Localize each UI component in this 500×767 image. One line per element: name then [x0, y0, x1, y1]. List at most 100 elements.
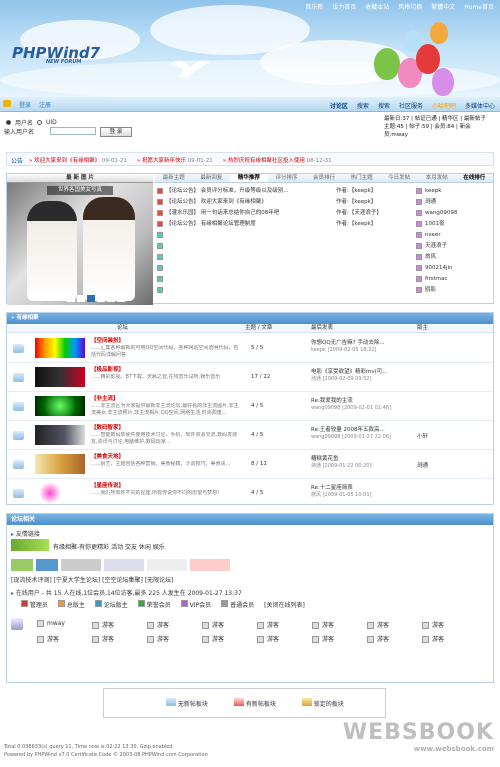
topic-author[interactable]: 作者:【keepk】	[336, 197, 414, 207]
top-link[interactable]: 风格切换	[398, 2, 422, 11]
forum-row[interactable]: 【极品影视】 ......精彩影视。BT下载、天籁之音,在线音乐试听,娱乐音乐 …	[7, 364, 493, 392]
member-name[interactable]: 天涯浪子	[425, 241, 447, 251]
photo-slideshow[interactable]: 世界各国美女写真	[7, 183, 153, 305]
online-user-name[interactable]: 游客	[212, 636, 224, 643]
online-user-name[interactable]: 游客	[267, 636, 279, 643]
last-post-title[interactable]: Re:十二星座简表	[311, 485, 411, 492]
forum-name[interactable]: 【极品影视】	[91, 367, 124, 373]
topic-title[interactable]: 【论坛公告】 会员评分标准，升级等级以及级别...	[166, 186, 336, 196]
radio-username[interactable]	[6, 120, 11, 125]
member-name[interactable]: 测通	[425, 197, 436, 207]
radio-uid[interactable]	[37, 120, 43, 125]
topic-author[interactable]: 作者:【天涯浪子】	[336, 208, 414, 218]
friend-link-banner[interactable]	[147, 559, 187, 571]
top-link[interactable]: Home首页	[464, 2, 494, 11]
topic-row[interactable]: 【灌水乐园】 用一句话来总结你自己的08年吧 作者:【天涯浪子】 wang090…	[155, 208, 493, 218]
nav-login-link[interactable]: 登录	[19, 100, 31, 109]
online-user[interactable]: 游客	[92, 634, 114, 643]
last-post-title[interactable]: 电影《享受欲望》精彩mv(可...	[311, 369, 411, 376]
tab-month-posts[interactable]: 本月发帖	[418, 174, 456, 182]
forum-image[interactable]	[35, 454, 85, 474]
online-user[interactable]: 游客	[257, 634, 279, 643]
pager-dot[interactable]	[107, 295, 115, 302]
friend-link-banner[interactable]	[104, 559, 144, 571]
online-user[interactable]: 游客	[92, 620, 114, 629]
tab-member-rank[interactable]: 会员排行	[305, 174, 343, 182]
online-user-name[interactable]: 游客	[322, 622, 334, 629]
last-post-title[interactable]: Re:王者较量 2008年五款高...	[311, 427, 411, 434]
forum-row[interactable]: 【空间装扮】 ......汇集各种最新的可用QQ空间代码，各种网站空间透明代码，…	[7, 335, 493, 363]
online-user[interactable]: 游客	[312, 620, 334, 629]
nav-item[interactable]: 搜索	[357, 101, 369, 110]
online-user-name[interactable]: 游客	[102, 622, 114, 629]
pager-dot[interactable]	[117, 295, 125, 302]
tab-latest-replies[interactable]: 最新回复	[193, 174, 231, 182]
online-user-name[interactable]: 游客	[322, 636, 334, 643]
online-user[interactable]: 游客	[147, 634, 169, 643]
member-name[interactable]: 旅风	[425, 252, 436, 262]
forum-moderator[interactable]: 小轩	[417, 432, 428, 440]
tab-online-rank[interactable]: 在线排行	[456, 174, 494, 182]
online-user-name[interactable]: 游客	[267, 622, 279, 629]
forum-image[interactable]	[35, 338, 85, 358]
friend-link-text[interactable]: 有缘相聚-有你更精彩 活动 交友 休闲 娱乐	[53, 542, 165, 551]
top-link[interactable]: 收藏本站	[365, 2, 389, 11]
close-online-list-link[interactable]: [关闭在线列表]	[264, 600, 305, 609]
online-user[interactable]: 游客	[367, 634, 389, 643]
topic-author[interactable]: 作者:【keepk】	[336, 219, 414, 229]
site-logo[interactable]: PHPWind7 NEW FORUM	[12, 44, 100, 65]
last-post-title[interactable]: Re:我爱我的主流	[311, 398, 411, 405]
forum-row[interactable]: 【非主流】 ......非主流区为大家提供最新非主流论坛,最好看的非主流图片,非…	[7, 393, 493, 421]
online-user[interactable]: 游客	[202, 634, 224, 643]
forum-row[interactable]: 【星座传说】 ......我们所有你不同的星座,所有传说你不同的愿望与梦想! 4…	[7, 480, 493, 508]
online-user-name[interactable]: 游客	[432, 622, 444, 629]
pager-dot[interactable]	[77, 295, 85, 302]
forum-name[interactable]: 【空间装扮】	[91, 338, 124, 344]
topic-author[interactable]: 作者:【keepk】	[336, 186, 414, 196]
forum-name[interactable]: 【数码智家】	[91, 425, 124, 431]
nav-item[interactable]: 小哈吧吧	[432, 101, 456, 110]
topic-row[interactable]: 【论坛公告】 会员评分标准，升级等级以及级别... 作者:【keepk】 kee…	[155, 186, 493, 196]
online-user-name[interactable]: 游客	[157, 622, 169, 629]
online-user[interactable]: 游客	[257, 620, 279, 629]
online-user-name[interactable]: 游客	[377, 622, 389, 629]
friend-link-list[interactable]: [现流技术评测] [宁夏大学生论坛] [空空论坛集聚] [无限论坛]	[11, 575, 173, 584]
friend-link-banner[interactable]	[61, 559, 101, 571]
friend-link-banner[interactable]	[36, 559, 58, 571]
online-user[interactable]: 游客	[37, 634, 59, 643]
announce-item[interactable]: » 祝愿大家新年快乐 09-01-21	[137, 156, 213, 164]
online-user-name[interactable]: mway	[47, 620, 65, 627]
member-name[interactable]: 鸥影	[425, 285, 436, 295]
pager-dot[interactable]	[97, 295, 105, 302]
forum-section-title[interactable]: » 有缘相聚	[7, 313, 493, 324]
forum-row[interactable]: 【美食天地】 ......厨艺，主题包括各种营销，美食秘籍，烹调技巧，美食诀..…	[7, 451, 493, 479]
announce-item[interactable]: » 欢迎大家来到《有缘相聚》 09-01-21	[29, 156, 127, 164]
tab-hot-topics[interactable]: 热门主题	[343, 174, 381, 182]
online-user-name[interactable]: 游客	[212, 622, 224, 629]
topic-title[interactable]: 【论坛公告】 有缘相聚论坛管理制度	[166, 219, 336, 229]
topic-row[interactable]: 【论坛公告】 欢迎大家来到《有缘相聚》 作者:【keepk】 测通	[155, 197, 493, 207]
online-user[interactable]: 游客	[202, 620, 224, 629]
member-name[interactable]: 1001夜	[425, 219, 445, 229]
online-user[interactable]: 游客	[422, 634, 444, 643]
nav-item[interactable]: 社区服务	[399, 101, 423, 110]
online-user-name[interactable]: 游客	[157, 636, 169, 643]
login-button[interactable]: 登 录	[100, 127, 132, 137]
top-link[interactable]: 首乐新	[305, 2, 323, 11]
friend-link-logo[interactable]	[11, 539, 49, 551]
online-user[interactable]: 游客	[312, 634, 334, 643]
online-user-name[interactable]: 游客	[377, 636, 389, 643]
nav-item[interactable]: 讨论区	[330, 101, 348, 110]
online-user-name[interactable]: 游客	[432, 636, 444, 643]
tab-today-posts[interactable]: 今日发帖	[380, 174, 418, 182]
online-user[interactable]: 游客	[422, 620, 444, 629]
nav-item[interactable]: 多媒体中心	[465, 101, 495, 110]
forum-name[interactable]: 【非主流】	[91, 396, 119, 402]
online-user-name[interactable]: 游客	[102, 636, 114, 643]
announce-item[interactable]: » 热烈庆祝有缘相聚社区投入使用 08-12-31	[223, 156, 332, 164]
online-user[interactable]: mway	[37, 620, 65, 627]
forum-image[interactable]	[35, 396, 85, 416]
forum-image[interactable]	[35, 367, 85, 387]
tab-digest[interactable]: 精华推荐	[230, 174, 268, 182]
member-name[interactable]: keepk	[425, 186, 441, 196]
